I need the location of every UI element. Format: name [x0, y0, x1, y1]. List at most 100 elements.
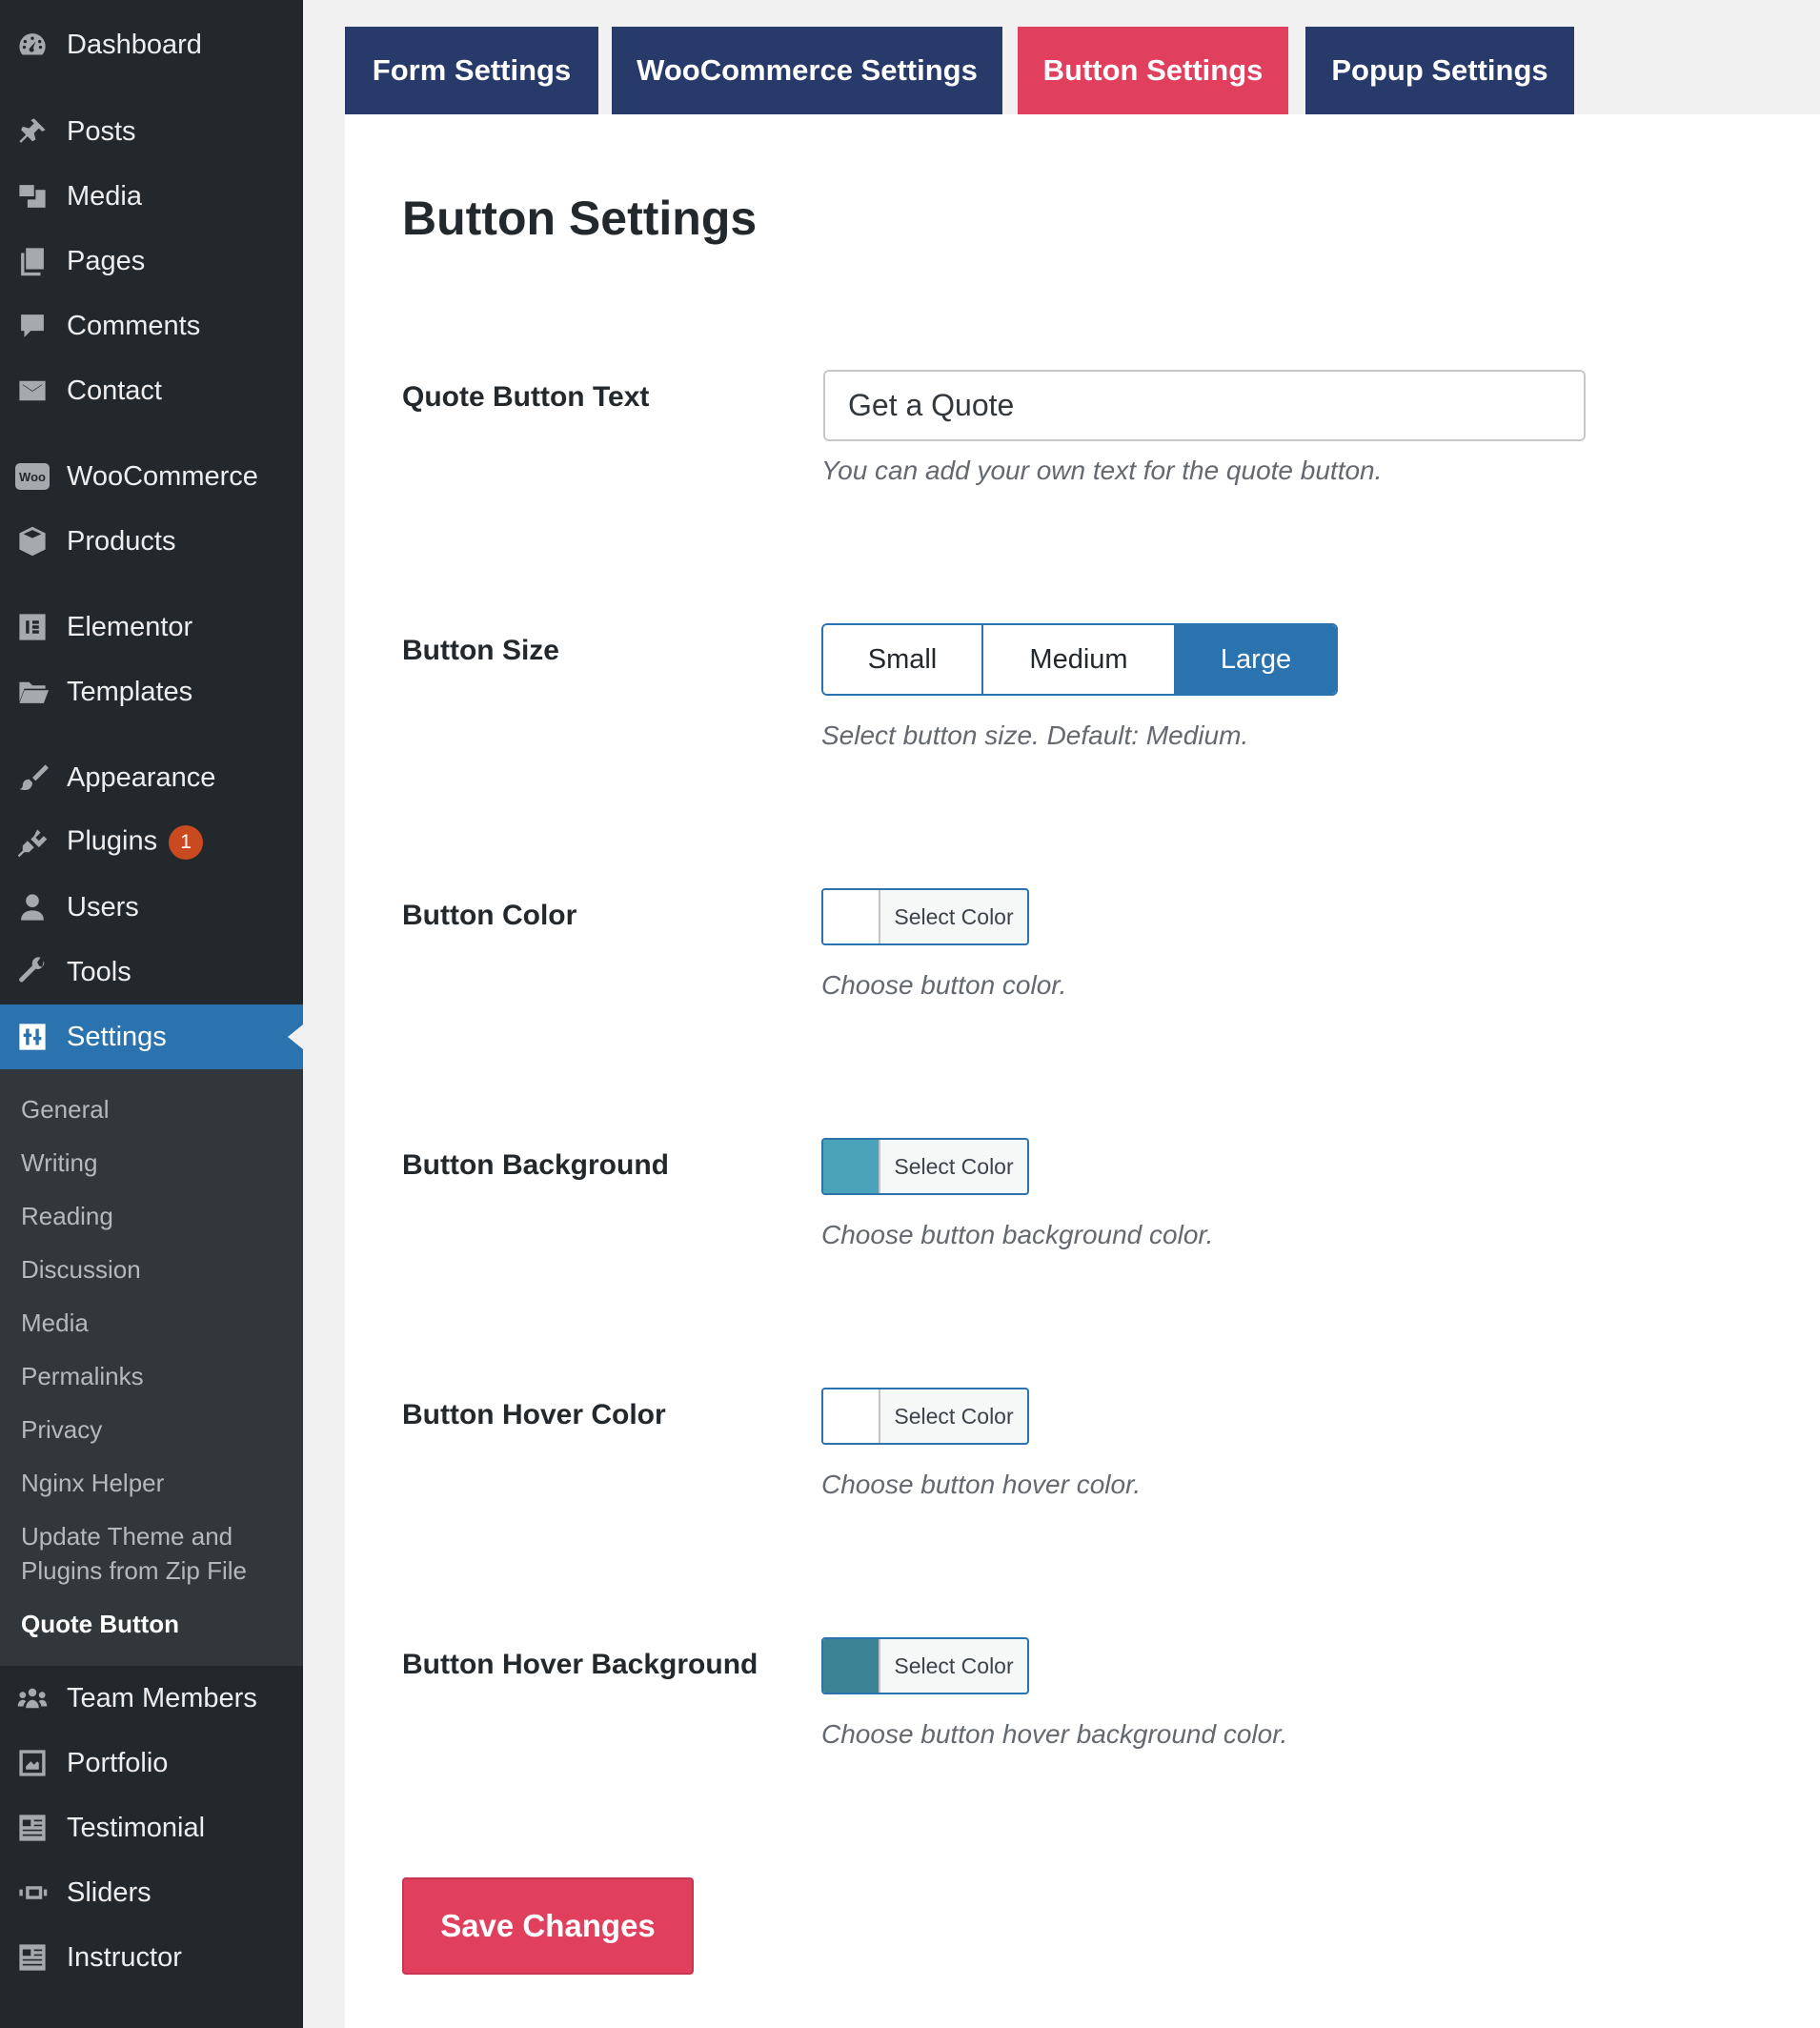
sidebar-item-label: Plugins 1	[67, 825, 204, 860]
sidebar-item-sliders[interactable]: Sliders	[0, 1860, 303, 1925]
size-option-medium[interactable]: Medium	[983, 625, 1176, 694]
submenu-item-writing[interactable]: Writing	[21, 1146, 97, 1180]
sidebar-item-instructor[interactable]: Instructor	[0, 1925, 303, 1990]
box-icon	[15, 524, 50, 558]
sidebar-item-label: Media	[67, 180, 142, 212]
sidebar-item-testimonial[interactable]: Testimonial	[0, 1795, 303, 1860]
select-color-label: Select Color	[894, 1153, 1014, 1179]
sidebar-item-comments[interactable]: Comments	[0, 294, 303, 358]
settings-submenu: General Writing Reading Discussion Media…	[0, 1069, 303, 1666]
admin-sidebar: Dashboard Posts Media Pages Comments Con…	[0, 0, 303, 2028]
sidebar-item-label: Pages	[67, 245, 146, 276]
sidebar-item-tools[interactable]: Tools	[0, 940, 303, 1004]
sidebar-item-team-members[interactable]: Team Members	[0, 1666, 303, 1731]
button-hover-color-label: Button Hover Color	[402, 1399, 666, 1430]
sidebar-item-settings[interactable]: Settings	[0, 1004, 303, 1069]
sidebar-item-appearance[interactable]: Appearance	[0, 745, 303, 810]
button-color-label: Button Color	[402, 900, 577, 931]
color-swatch	[823, 1389, 880, 1443]
submenu-item-reading[interactable]: Reading	[21, 1199, 113, 1233]
button-hover-background-picker[interactable]: Select Color	[821, 1637, 1029, 1694]
brush-icon	[15, 760, 50, 795]
button-hover-background-label: Button Hover Background	[402, 1649, 758, 1680]
color-swatch	[823, 890, 880, 943]
sidebar-item-dashboard[interactable]: Dashboard	[0, 12, 303, 77]
sidebar-item-label: Contact	[67, 375, 162, 406]
submenu-item-permalinks[interactable]: Permalinks	[21, 1359, 144, 1393]
button-hover-background-description: Choose button hover background color.	[821, 1719, 1288, 1749]
pages-icon	[15, 244, 50, 278]
sidebar-item-posts[interactable]: Posts	[0, 99, 303, 164]
sidebar-item-label: Tools	[67, 956, 131, 987]
sidebar-item-label: Templates	[67, 676, 193, 707]
sidebar-item-woocommerce[interactable]: Woo WooCommerce	[0, 444, 303, 509]
button-background-label: Button Background	[402, 1149, 669, 1181]
sidebar-item-label: WooCommerce	[67, 460, 258, 492]
instructor-icon	[15, 1940, 50, 1975]
sidebar-item-elementor[interactable]: Elementor	[0, 595, 303, 659]
tab-woocommerce-settings[interactable]: WooCommerce Settings	[612, 27, 1002, 114]
media-icon	[15, 179, 50, 213]
tab-form-settings[interactable]: Form Settings	[345, 27, 598, 114]
sidebar-item-label: Posts	[67, 115, 136, 147]
size-option-small[interactable]: Small	[823, 625, 983, 694]
elementor-icon	[15, 610, 50, 644]
sidebar-item-label: Users	[67, 891, 139, 923]
dashboard-icon	[15, 28, 50, 62]
sidebar-item-plugins[interactable]: Plugins 1	[0, 810, 303, 875]
sidebar-item-label: Dashboard	[67, 29, 202, 60]
comment-icon	[15, 309, 50, 343]
update-count-badge: 1	[169, 825, 204, 860]
select-color-label: Select Color	[894, 1403, 1014, 1429]
tab-button-settings[interactable]: Button Settings	[1018, 27, 1288, 114]
testimonial-icon	[15, 1811, 50, 1845]
submenu-item-update-theme-line-2[interactable]: Plugins from Zip File	[21, 1553, 247, 1588]
sidebar-item-products[interactable]: Products	[0, 509, 303, 574]
plugin-icon	[15, 825, 50, 860]
submenu-item-privacy[interactable]: Privacy	[21, 1412, 102, 1447]
button-background-picker[interactable]: Select Color	[821, 1138, 1029, 1195]
envelope-icon	[15, 374, 50, 408]
submenu-item-quote-button[interactable]: Quote Button	[21, 1607, 179, 1641]
tab-popup-settings[interactable]: Popup Settings	[1305, 27, 1574, 114]
sidebar-item-media[interactable]: Media	[0, 164, 303, 229]
sidebar-item-label: Settings	[67, 1021, 167, 1052]
sidebar-item-contact[interactable]: Contact	[0, 358, 303, 423]
submenu-item-update-theme-line-1[interactable]: Update Theme and	[21, 1519, 233, 1553]
sidebar-item-label: Elementor	[67, 611, 193, 642]
sidebar-item-label: Testimonial	[67, 1812, 206, 1843]
button-hover-color-description: Choose button hover color.	[821, 1470, 1142, 1499]
color-swatch	[823, 1140, 880, 1193]
submenu-item-discussion[interactable]: Discussion	[21, 1252, 141, 1287]
sidebar-item-templates[interactable]: Templates	[0, 659, 303, 724]
button-background-description: Choose button background color.	[821, 1220, 1214, 1249]
pin-icon	[15, 114, 50, 149]
button-size-selector: Small Medium Large	[821, 623, 1338, 696]
button-size-description: Select button size. Default: Medium.	[821, 720, 1249, 750]
quote-text-label: Quote Button Text	[402, 381, 650, 413]
sidebar-item-label: Portfolio	[67, 1747, 169, 1778]
submenu-item-nginx-helper[interactable]: Nginx Helper	[21, 1466, 164, 1500]
button-hover-color-picker[interactable]: Select Color	[821, 1388, 1029, 1445]
portfolio-icon	[15, 1746, 50, 1780]
sidebar-item-label: Instructor	[67, 1941, 182, 1973]
folder-icon	[15, 675, 50, 709]
submenu-item-general[interactable]: General	[21, 1092, 110, 1126]
page-title: Button Settings	[402, 192, 758, 245]
button-color-description: Choose button color.	[821, 970, 1067, 1000]
team-icon	[15, 1681, 50, 1715]
button-color-picker[interactable]: Select Color	[821, 888, 1029, 945]
submenu-item-media[interactable]: Media	[21, 1306, 89, 1340]
slider-icon	[15, 1876, 50, 1910]
save-changes-button[interactable]: Save Changes	[402, 1877, 694, 1975]
sidebar-item-users[interactable]: Users	[0, 875, 303, 940]
sidebar-item-pages[interactable]: Pages	[0, 229, 303, 294]
size-option-large[interactable]: Large	[1176, 625, 1336, 694]
wrench-icon	[15, 955, 50, 989]
color-swatch	[823, 1639, 880, 1693]
settings-icon	[15, 1020, 50, 1054]
button-size-label: Button Size	[402, 635, 559, 666]
user-icon	[15, 890, 50, 924]
sidebar-item-portfolio[interactable]: Portfolio	[0, 1731, 303, 1795]
quote-text-input[interactable]	[823, 370, 1586, 441]
